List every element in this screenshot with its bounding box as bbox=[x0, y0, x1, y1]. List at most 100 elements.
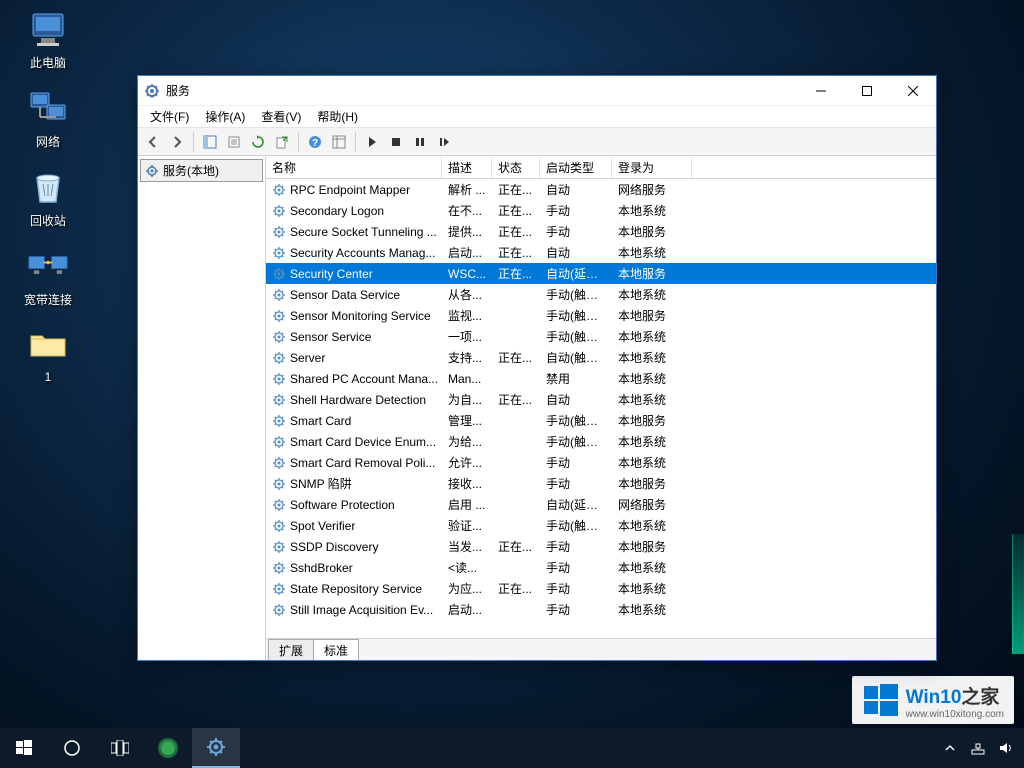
tab-standard[interactable]: 标准 bbox=[313, 639, 359, 660]
service-row[interactable]: Spot Verifier验证...手动(触发...本地系统 bbox=[266, 515, 936, 536]
cell-startup: 自动 bbox=[540, 181, 612, 198]
tool-properties[interactable] bbox=[223, 131, 245, 153]
start-button[interactable] bbox=[0, 728, 48, 768]
service-row[interactable]: Smart Card Removal Poli...允许...手动本地系统 bbox=[266, 452, 936, 473]
pause-icon bbox=[413, 135, 427, 149]
close-button[interactable] bbox=[890, 76, 936, 106]
tool-back[interactable] bbox=[142, 131, 164, 153]
refresh-icon bbox=[251, 135, 265, 149]
tree-item-label: 服务(本地) bbox=[163, 162, 219, 179]
service-row[interactable]: Shared PC Account Mana...Man...禁用本地系统 bbox=[266, 368, 936, 389]
desktop-icon-this-pc[interactable]: 此电脑 bbox=[10, 8, 86, 71]
service-row[interactable]: Still Image Acquisition Ev...启动...手动本地系统 bbox=[266, 599, 936, 620]
cell-desc: 为给... bbox=[442, 433, 492, 450]
tool-restart-service[interactable] bbox=[433, 131, 455, 153]
desktop-icon-broadband[interactable]: 宽带连接 bbox=[10, 245, 86, 308]
titlebar[interactable]: 服务 bbox=[138, 76, 936, 106]
panel-icon bbox=[203, 135, 217, 149]
tray-volume[interactable] bbox=[996, 738, 1016, 758]
minimize-button[interactable] bbox=[798, 76, 844, 106]
pc-icon bbox=[27, 8, 69, 50]
service-row[interactable]: SshdBroker<读...手动本地系统 bbox=[266, 557, 936, 578]
tool-export[interactable] bbox=[271, 131, 293, 153]
desktop-icon-recycle-bin[interactable]: 回收站 bbox=[10, 166, 86, 229]
cell-startup: 手动 bbox=[540, 223, 612, 240]
tray-network[interactable] bbox=[968, 738, 988, 758]
cell-name: RPC Endpoint Mapper bbox=[266, 183, 442, 197]
service-row[interactable]: SSDP Discovery当发...正在...手动本地服务 bbox=[266, 536, 936, 557]
service-row[interactable]: Smart Card Device Enum...为给...手动(触发...本地… bbox=[266, 431, 936, 452]
window-title: 服务 bbox=[166, 82, 190, 99]
task-view[interactable] bbox=[96, 728, 144, 768]
service-row[interactable]: Smart Card管理...手动(触发...本地服务 bbox=[266, 410, 936, 431]
cell-logon: 本地系统 bbox=[612, 370, 692, 387]
cell-state: 正在... bbox=[492, 538, 540, 555]
service-row[interactable]: RPC Endpoint Mapper解析 ...正在...自动网络服务 bbox=[266, 179, 936, 200]
desktop-icon-folder-1[interactable]: 1 bbox=[10, 324, 86, 384]
tool-stop-service[interactable] bbox=[385, 131, 407, 153]
tray-chevron[interactable] bbox=[940, 738, 960, 758]
cell-logon: 本地系统 bbox=[612, 454, 692, 471]
cell-desc: 为自... bbox=[442, 391, 492, 408]
maximize-icon bbox=[862, 86, 872, 96]
cell-name: State Repository Service bbox=[266, 582, 442, 596]
service-row[interactable]: Shell Hardware Detection为自...正在...自动本地系统 bbox=[266, 389, 936, 410]
tree-item-services-local[interactable]: 服务(本地) bbox=[140, 159, 263, 182]
cell-startup: 手动 bbox=[540, 202, 612, 219]
service-row[interactable]: Sensor Data Service从各...手动(触发...本地系统 bbox=[266, 284, 936, 305]
tool-show-hide[interactable] bbox=[199, 131, 221, 153]
service-row[interactable]: Sensor Monitoring Service监视...手动(触发...本地… bbox=[266, 305, 936, 326]
taskbar-app-edge[interactable] bbox=[144, 728, 192, 768]
desktop-icon-network[interactable]: 网络 bbox=[10, 87, 86, 150]
help-icon: ? bbox=[308, 135, 322, 149]
tool-forward[interactable] bbox=[166, 131, 188, 153]
cell-startup: 手动 bbox=[540, 601, 612, 618]
col-header-state[interactable]: 状态 bbox=[492, 157, 540, 178]
cell-name: Shell Hardware Detection bbox=[266, 393, 442, 407]
col-header-logon[interactable]: 登录为 bbox=[612, 157, 692, 178]
menu-view[interactable]: 查看(V) bbox=[253, 106, 309, 127]
menu-help[interactable]: 帮助(H) bbox=[309, 106, 366, 127]
minimize-icon bbox=[816, 86, 826, 96]
service-row[interactable]: Software Protection启用 ...自动(延迟...网络服务 bbox=[266, 494, 936, 515]
cell-startup: 自动 bbox=[540, 391, 612, 408]
cortana-search[interactable] bbox=[48, 728, 96, 768]
service-row[interactable]: SNMP 陷阱接收...手动本地服务 bbox=[266, 473, 936, 494]
cell-name: SNMP 陷阱 bbox=[266, 475, 442, 492]
tool-pause-service[interactable] bbox=[409, 131, 431, 153]
svg-text:?: ? bbox=[312, 138, 318, 149]
service-row[interactable]: Security CenterWSC...正在...自动(延迟...本地服务 bbox=[266, 263, 936, 284]
service-row[interactable]: Server支持...正在...自动(触发...本地系统 bbox=[266, 347, 936, 368]
tool-help[interactable]: ? bbox=[304, 131, 326, 153]
cell-name: Spot Verifier bbox=[266, 519, 442, 533]
service-row[interactable]: Security Accounts Manag...启动...正在...自动本地… bbox=[266, 242, 936, 263]
cell-logon: 网络服务 bbox=[612, 181, 692, 198]
cell-logon: 本地系统 bbox=[612, 286, 692, 303]
tab-extended[interactable]: 扩展 bbox=[268, 639, 314, 660]
cell-state: 正在... bbox=[492, 244, 540, 261]
cell-logon: 本地服务 bbox=[612, 412, 692, 429]
arrow-right-icon bbox=[170, 135, 184, 149]
edge-icon bbox=[157, 737, 179, 759]
col-header-name[interactable]: 名称 bbox=[266, 157, 442, 178]
cell-startup: 手动(触发... bbox=[540, 307, 612, 324]
gear-icon bbox=[206, 737, 226, 757]
service-row[interactable]: Secondary Logon在不...正在...手动本地系统 bbox=[266, 200, 936, 221]
menu-file[interactable]: 文件(F) bbox=[142, 106, 197, 127]
cell-name: SshdBroker bbox=[266, 561, 442, 575]
col-header-startup[interactable]: 启动类型 bbox=[540, 157, 612, 178]
service-row[interactable]: Secure Socket Tunneling ...提供...正在...手动本… bbox=[266, 221, 936, 242]
list-body[interactable]: RPC Endpoint Mapper解析 ...正在...自动网络服务Seco… bbox=[266, 179, 936, 638]
tool-refresh[interactable] bbox=[247, 131, 269, 153]
taskbar-app-services[interactable] bbox=[192, 728, 240, 768]
menu-action[interactable]: 操作(A) bbox=[197, 106, 253, 127]
tree-panel: 服务(本地) bbox=[138, 157, 266, 660]
cell-state: 正在... bbox=[492, 181, 540, 198]
tool-view-mode[interactable] bbox=[328, 131, 350, 153]
maximize-button[interactable] bbox=[844, 76, 890, 106]
cell-startup: 手动 bbox=[540, 538, 612, 555]
service-row[interactable]: Sensor Service一项...手动(触发...本地系统 bbox=[266, 326, 936, 347]
col-header-desc[interactable]: 描述 bbox=[442, 157, 492, 178]
tool-start-service[interactable] bbox=[361, 131, 383, 153]
service-row[interactable]: State Repository Service为应...正在...手动本地系统 bbox=[266, 578, 936, 599]
